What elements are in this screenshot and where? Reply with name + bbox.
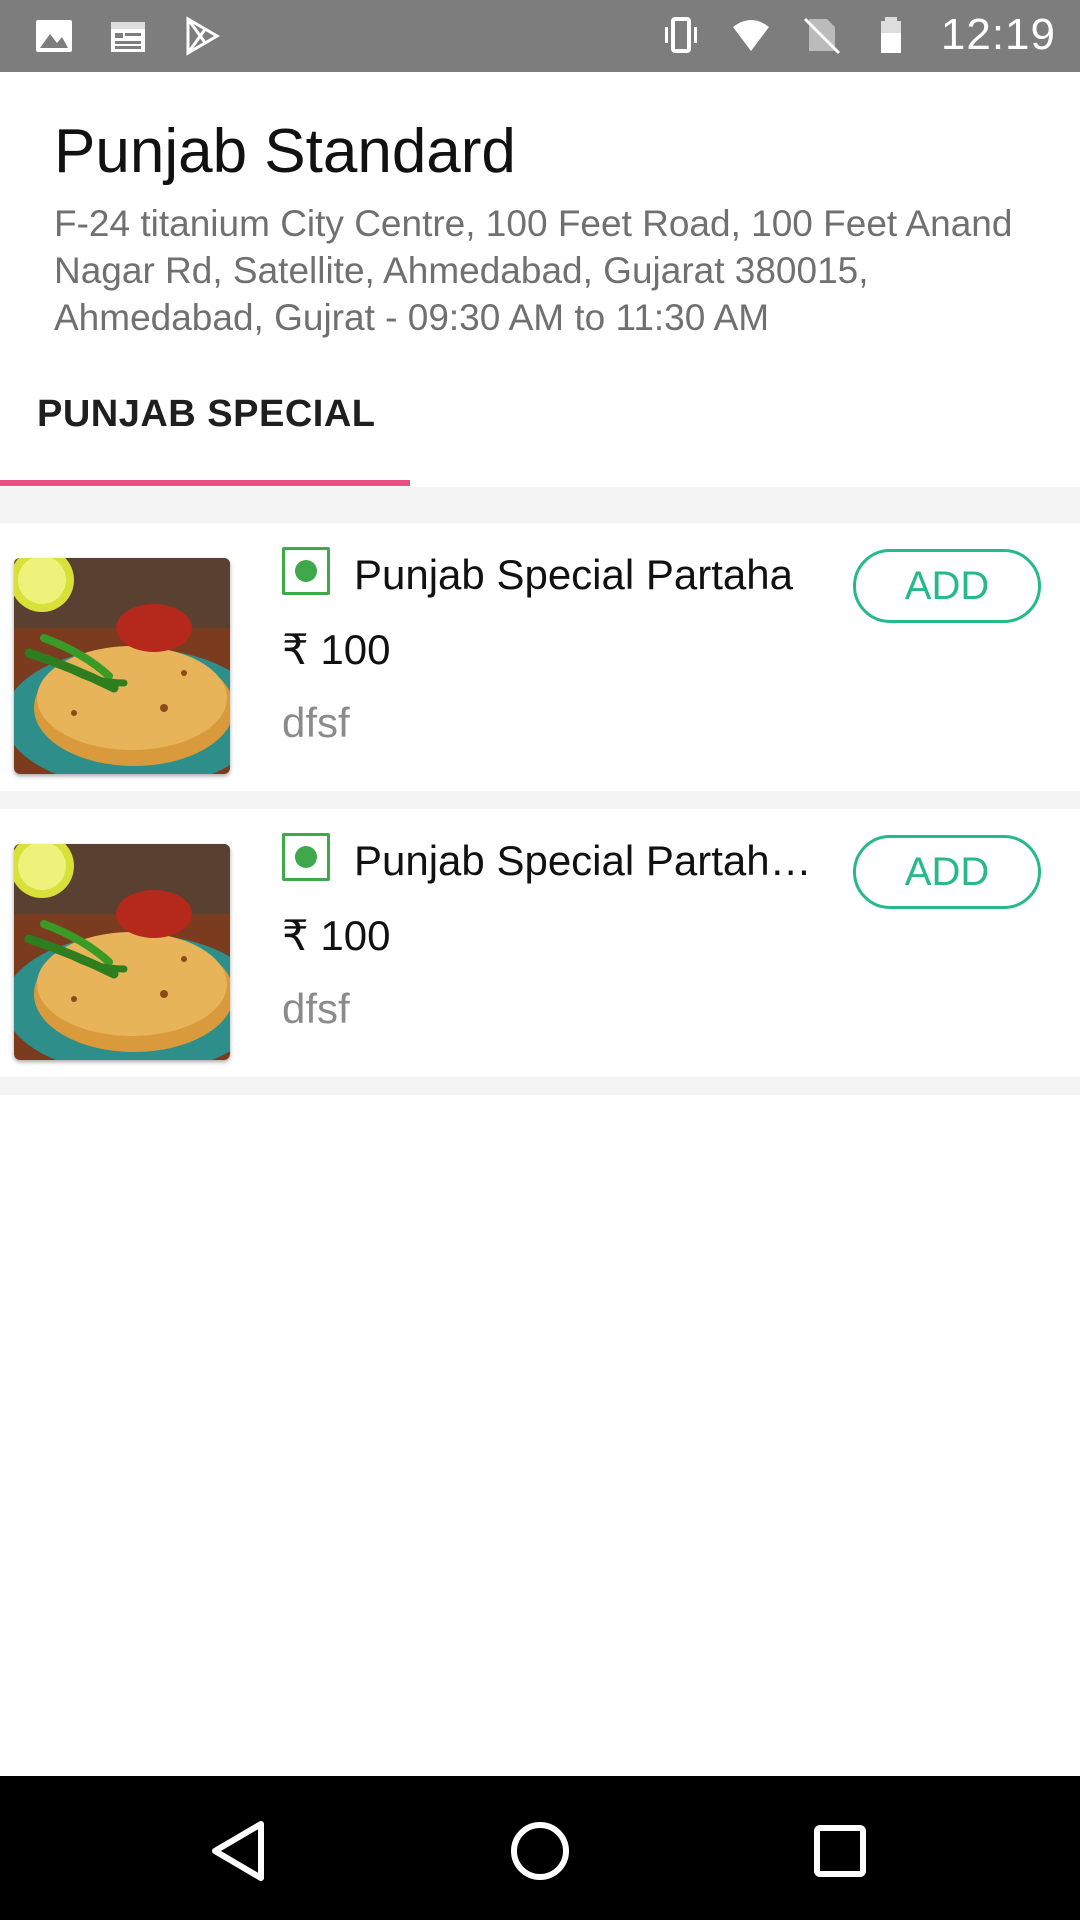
menu-item: Punjab Special Partaha... ₹ 100 dfsf ADD [0, 809, 1080, 1077]
play-store-icon [186, 16, 220, 56]
calendar-icon [111, 22, 145, 52]
item-name: Punjab Special Partaha [354, 551, 793, 598]
item-divider [0, 791, 1080, 809]
section-divider [0, 487, 1080, 523]
item-name: Punjab Special Partaha... [354, 837, 824, 884]
navigation-bar [0, 1776, 1080, 1920]
food-image [14, 844, 230, 1060]
status-bar: 12:19 [0, 0, 1080, 72]
veg-indicator-icon [282, 547, 330, 595]
item-description: dfsf [282, 699, 350, 746]
restaurant-header: Punjab Standard F-24 titanium City Centr… [0, 72, 1080, 487]
wifi-icon [732, 20, 769, 51]
recents-icon[interactable] [805, 1816, 875, 1886]
item-divider [0, 1077, 1080, 1095]
back-icon[interactable] [205, 1816, 275, 1886]
add-button[interactable]: ADD [853, 549, 1041, 623]
tab-punjab-special[interactable]: PUNJAB SPECIAL [37, 393, 376, 436]
item-price: ₹ 100 [282, 912, 391, 959]
restaurant-address: F-24 titanium City Centre, 100 Feet Road… [54, 203, 1013, 338]
no-sim-icon [803, 17, 840, 55]
food-image [14, 558, 230, 774]
home-icon[interactable] [505, 1816, 575, 1886]
menu-item: Punjab Special Partaha ₹ 100 dfsf ADD [0, 523, 1080, 791]
item-price: ₹ 100 [282, 626, 391, 673]
item-description: dfsf [282, 985, 350, 1032]
tab-indicator [0, 480, 410, 486]
add-button[interactable]: ADD [853, 835, 1041, 909]
status-clock: 12:19 [940, 10, 1056, 59]
image-icon [36, 20, 72, 52]
vibrate-icon [664, 17, 697, 53]
restaurant-name: Punjab Standard [54, 117, 516, 186]
veg-indicator-icon [282, 833, 330, 881]
battery-icon [880, 17, 901, 53]
